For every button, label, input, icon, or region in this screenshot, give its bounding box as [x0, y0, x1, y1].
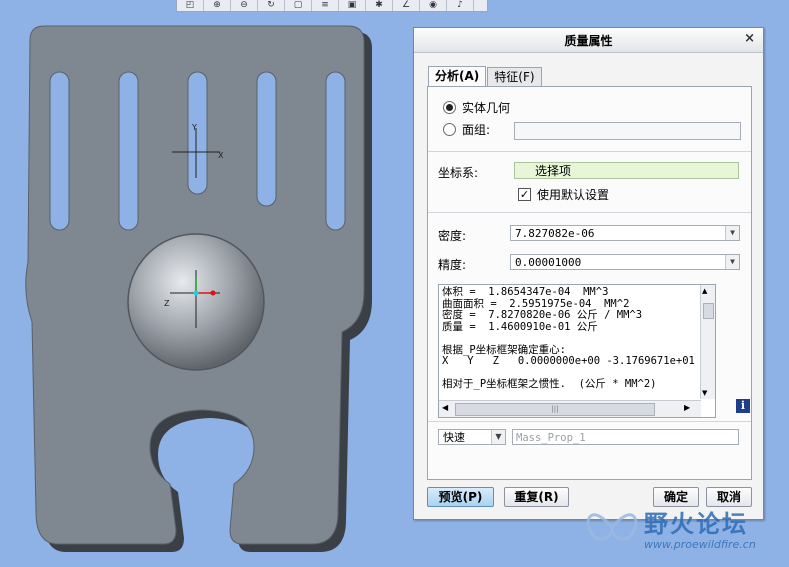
tab-bar: 分析(A) 特征(F): [428, 66, 543, 87]
use-default-option[interactable]: ✓ 使用默认设置: [518, 186, 609, 203]
scroll-left-icon[interactable]: ◀: [442, 403, 448, 412]
chevron-down-icon[interactable]: ▼: [491, 430, 505, 444]
scroll-up-icon[interactable]: ▲: [702, 287, 707, 295]
slot-4: [256, 71, 277, 207]
scroll-right-icon[interactable]: ▶: [684, 403, 690, 412]
calculation-mode-combo[interactable]: 快速 ▼: [438, 429, 506, 445]
divider: [428, 212, 751, 213]
top-axis-x-label: X: [218, 151, 224, 160]
use-default-checkbox[interactable]: ✓: [518, 188, 531, 201]
center-axis-z-label: Z: [164, 299, 170, 308]
slot-5: [325, 71, 346, 231]
surface-label: 面组:: [462, 123, 491, 137]
analysis-name-input[interactable]: Mass_Prop_1: [512, 429, 739, 445]
slot-3: [187, 71, 208, 195]
solid-geometry-label: 实体几何: [462, 101, 511, 115]
accuracy-value: 0.00001000: [515, 256, 582, 269]
results-text: 体积 = 1.8654347e-04 MM^3 曲面面积 = 2.5951975…: [442, 286, 714, 390]
dialog-titlebar[interactable]: 质量属性 ×: [414, 28, 763, 53]
tab-analysis[interactable]: 分析(A): [428, 66, 487, 87]
part-model-viewport[interactable]: Y X Z: [0, 0, 410, 567]
visibility-icon[interactable]: ◉: [420, 0, 447, 11]
csys-label-row: 坐标系:: [438, 164, 478, 181]
forum-watermark: 野火论坛 www.proewildfire.cn: [582, 500, 782, 560]
coordinate-system-collector[interactable]: 选择项: [514, 162, 739, 179]
slot-1: [49, 71, 70, 231]
repeat-button[interactable]: 重复(R): [504, 487, 569, 507]
top-axis-y-label: Y: [191, 123, 197, 132]
surface-radio[interactable]: [443, 123, 456, 136]
sketch-icon[interactable]: ♪: [447, 0, 474, 11]
horizontal-scroll-thumb[interactable]: |||: [455, 403, 655, 416]
calculation-mode-value: 快速: [443, 431, 465, 444]
solid-geometry-option[interactable]: 实体几何: [443, 99, 510, 116]
butterfly-logo-icon: [586, 513, 638, 541]
surface-selector-field[interactable]: [514, 122, 741, 140]
density-label: 密度:: [438, 229, 467, 243]
density-label-row: 密度:: [438, 227, 466, 244]
results-vertical-scrollbar[interactable]: ▲ ▼: [700, 285, 715, 399]
chevron-down-icon[interactable]: ▼: [725, 226, 739, 240]
watermark-title: 野火论坛: [644, 510, 748, 538]
scroll-down-icon[interactable]: ▼: [702, 389, 707, 397]
slot-2: [118, 71, 139, 231]
close-icon[interactable]: ×: [744, 31, 755, 46]
coordinate-system-label: 坐标系:: [438, 166, 479, 180]
divider: [428, 151, 751, 152]
dialog-title: 质量属性: [564, 34, 613, 48]
info-icon[interactable]: i: [736, 399, 750, 413]
divider: [428, 421, 751, 422]
solid-geometry-radio[interactable]: [443, 101, 456, 114]
density-combo[interactable]: 7.827082e-06 ▼: [510, 225, 740, 241]
preview-button[interactable]: 预览(P): [427, 487, 494, 507]
results-textarea[interactable]: 体积 = 1.8654347e-04 MM^3 曲面面积 = 2.5951975…: [438, 284, 716, 418]
density-value: 7.827082e-06: [515, 227, 595, 240]
results-horizontal-scrollbar[interactable]: ◀ ||| ▶: [439, 400, 701, 417]
tab-feature[interactable]: 特征(F): [487, 67, 542, 87]
mass-properties-dialog: 质量属性 × 分析(A) 特征(F) 实体几何 面组: 坐标系: 选择项 ✓ 使…: [413, 27, 764, 520]
vertical-scroll-thumb[interactable]: [703, 303, 714, 319]
use-default-label: 使用默认设置: [537, 188, 610, 202]
accuracy-combo[interactable]: 0.00001000 ▼: [510, 254, 740, 270]
accuracy-label-row: 精度:: [438, 256, 466, 273]
chevron-down-icon[interactable]: ▼: [725, 255, 739, 269]
analysis-panel: 实体几何 面组: 坐标系: 选择项 ✓ 使用默认设置 密度: 7.827082e…: [427, 86, 752, 480]
accuracy-label: 精度:: [438, 258, 467, 272]
surface-option[interactable]: 面组:: [443, 121, 490, 138]
watermark-url: www.proewildfire.cn: [644, 538, 756, 551]
